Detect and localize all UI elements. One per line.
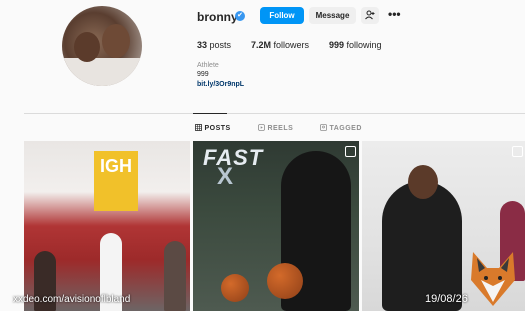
avatar-face-right xyxy=(102,24,130,58)
followers-count: 7.2M xyxy=(251,40,272,50)
stat-following[interactable]: 999 following xyxy=(329,40,382,50)
tab-tagged-label: TAGGED xyxy=(329,125,362,132)
tab-tagged[interactable]: TAGGED xyxy=(320,124,362,132)
posts-label: posts xyxy=(209,40,232,50)
post-thumbnail-locker-room[interactable]: IGH xyxy=(24,141,190,311)
followers-label: followers xyxy=(273,40,310,50)
follow-button[interactable]: Follow xyxy=(260,7,304,24)
verified-badge-icon: ✔ xyxy=(235,11,245,21)
stat-posts: 33 posts xyxy=(197,40,231,50)
post3-face xyxy=(408,165,438,199)
tagged-icon xyxy=(320,124,327,131)
tab-posts[interactable]: POSTS xyxy=(195,124,231,132)
avatar-face-left xyxy=(74,32,100,62)
active-tab-indicator xyxy=(193,113,227,114)
fox-logo-icon xyxy=(471,252,515,306)
post1-sign: IGH xyxy=(94,151,138,211)
avatar-shirt xyxy=(62,58,142,86)
post1-person-right xyxy=(164,241,186,311)
post2-basketball-right xyxy=(267,263,303,299)
post2-basketball-left xyxy=(221,274,249,302)
bio-text: 999 xyxy=(197,71,209,78)
message-button[interactable]: Message xyxy=(309,7,356,24)
following-label: following xyxy=(346,40,382,50)
watermark-text: xxdeo.com/avisionoflbland xyxy=(13,294,131,305)
add-person-icon xyxy=(365,10,375,20)
profile-username: bronny xyxy=(197,10,238,24)
tabs-divider xyxy=(24,113,525,114)
date-stamp: 19/08/26 xyxy=(425,293,468,305)
reels-icon xyxy=(258,124,265,131)
grid-icon xyxy=(195,124,202,131)
bio-link[interactable]: bit.ly/3Or9npL xyxy=(197,81,244,88)
profile-avatar[interactable] xyxy=(62,6,142,86)
stat-followers[interactable]: 7.2M followers xyxy=(251,40,309,50)
post-thumbnail-fast-x[interactable]: FAST X xyxy=(193,141,359,311)
more-options-icon[interactable]: ••• xyxy=(388,7,401,21)
post2-logo-x: X xyxy=(217,163,234,190)
posts-count: 33 xyxy=(197,40,208,50)
following-count: 999 xyxy=(329,40,345,50)
tab-reels-label: REELS xyxy=(267,125,294,132)
multi-post-icon xyxy=(345,146,356,157)
post3-athlete xyxy=(382,181,462,311)
bio-category: Athlete xyxy=(197,62,219,69)
suggested-accounts-button[interactable] xyxy=(361,7,379,24)
tab-posts-label: POSTS xyxy=(204,125,231,132)
multi-post-icon xyxy=(512,146,523,157)
post2-logo-text: FAST xyxy=(203,145,264,170)
tab-reels[interactable]: REELS xyxy=(258,124,293,132)
